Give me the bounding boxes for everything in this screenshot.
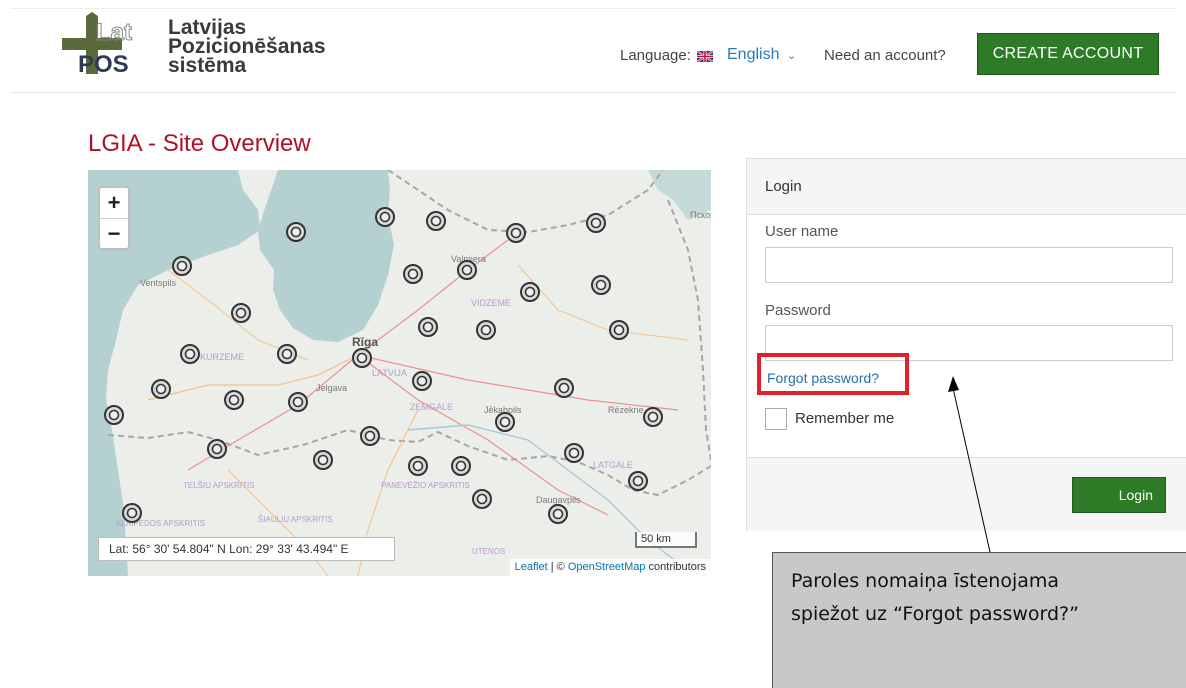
station-marker[interactable]: [375, 207, 395, 227]
station-marker[interactable]: [180, 344, 200, 364]
chevron-down-icon: ⌄: [786, 50, 797, 62]
username-input[interactable]: [765, 247, 1173, 283]
station-marker[interactable]: [408, 456, 428, 476]
station-marker[interactable]: [476, 320, 496, 340]
password-label: Password: [765, 302, 831, 319]
callout-line-2: spiežot uz “Forgot password?”: [791, 603, 1079, 625]
svg-text:Lat: Lat: [96, 19, 132, 46]
attribution-tail: contributors: [645, 561, 706, 573]
logo-wordmark: Latvijas Pozicionēšanas sistēma: [168, 17, 326, 77]
station-marker[interactable]: [313, 450, 333, 470]
station-marker[interactable]: [172, 256, 192, 276]
language-label: Language:: [620, 47, 691, 64]
header-top-divider: [10, 8, 1176, 9]
site-header: Lat POS Latvijas Pozicionēšanas sistēma …: [0, 0, 1186, 93]
station-marker[interactable]: [403, 264, 423, 284]
station-marker[interactable]: [457, 260, 477, 280]
station-marker[interactable]: [506, 223, 526, 243]
need-account-text: Need an account?: [824, 47, 946, 64]
login-panel-footer: Login: [747, 457, 1186, 531]
station-marker[interactable]: [412, 371, 432, 391]
logo-line-3: sistēma: [168, 54, 247, 77]
zoom-control: + −: [98, 186, 130, 250]
station-marker[interactable]: [564, 443, 584, 463]
station-marker[interactable]: [426, 211, 446, 231]
login-panel: Login User name Password Forgot password…: [746, 158, 1186, 531]
station-markers: [104, 207, 663, 524]
station-marker[interactable]: [277, 344, 297, 364]
scale-bar: 50 km: [635, 532, 697, 548]
svg-text:POS: POS: [78, 51, 129, 78]
login-panel-title: Login: [765, 178, 802, 195]
station-marker[interactable]: [104, 405, 124, 425]
station-marker[interactable]: [352, 348, 372, 368]
station-marker[interactable]: [591, 275, 611, 295]
station-marker[interactable]: [520, 282, 540, 302]
station-marker[interactable]: [288, 392, 308, 412]
cursor-coordinates: Lat: 56° 30' 54.804" N Lon: 29° 33' 43.4…: [98, 537, 395, 561]
remember-me-label[interactable]: Remember me: [795, 410, 894, 427]
station-marker[interactable]: [286, 222, 306, 242]
attribution-separator: | ©: [547, 561, 568, 573]
station-marker[interactable]: [548, 504, 568, 524]
login-panel-header: Login: [747, 159, 1186, 215]
annotation-callout: Paroles nomaiņa īstenojama spiežot uz “F…: [772, 552, 1186, 688]
username-label: User name: [765, 223, 839, 240]
site-map[interactable]: Ventspils Valmiera VIDZEME Rīga KURZEME …: [88, 170, 711, 576]
station-marker[interactable]: [586, 213, 606, 233]
station-marker[interactable]: [360, 426, 380, 446]
uk-flag-icon: [697, 51, 713, 62]
language-selector[interactable]: English ⌄: [727, 46, 796, 64]
header-bottom-divider: [10, 92, 1176, 93]
station-marker[interactable]: [231, 303, 251, 323]
station-marker[interactable]: [122, 503, 142, 523]
language-value: English: [727, 46, 780, 63]
login-button[interactable]: Login: [1072, 477, 1166, 513]
station-marker[interactable]: [609, 320, 629, 340]
zoom-in-button[interactable]: +: [100, 188, 128, 219]
station-marker[interactable]: [643, 407, 663, 427]
callout-line-1: Paroles nomaiņa īstenojama: [791, 570, 1060, 592]
leaflet-link[interactable]: Leaflet: [515, 561, 548, 573]
station-marker[interactable]: [628, 471, 648, 491]
site-logo[interactable]: Lat POS Latvijas Pozicionēšanas sistēma: [60, 12, 350, 82]
latpos-logo-mark-icon: Lat POS: [62, 12, 133, 78]
station-marker[interactable]: [554, 378, 574, 398]
station-marker[interactable]: [224, 390, 244, 410]
openstreetmap-link[interactable]: OpenStreetMap: [568, 561, 646, 573]
station-marker[interactable]: [207, 439, 227, 459]
station-marker[interactable]: [418, 317, 438, 337]
remember-me-checkbox[interactable]: [765, 408, 787, 430]
station-marker[interactable]: [472, 489, 492, 509]
zoom-out-button[interactable]: −: [100, 219, 128, 249]
map-attribution: Leaflet | © OpenStreetMap contributors: [509, 559, 711, 576]
highlight-box: [757, 353, 909, 395]
station-marker[interactable]: [451, 456, 471, 476]
station-marker[interactable]: [495, 412, 515, 432]
create-account-button[interactable]: CREATE ACCOUNT: [977, 33, 1159, 75]
station-marker[interactable]: [151, 379, 171, 399]
page-title: LGIA - Site Overview: [88, 130, 311, 157]
